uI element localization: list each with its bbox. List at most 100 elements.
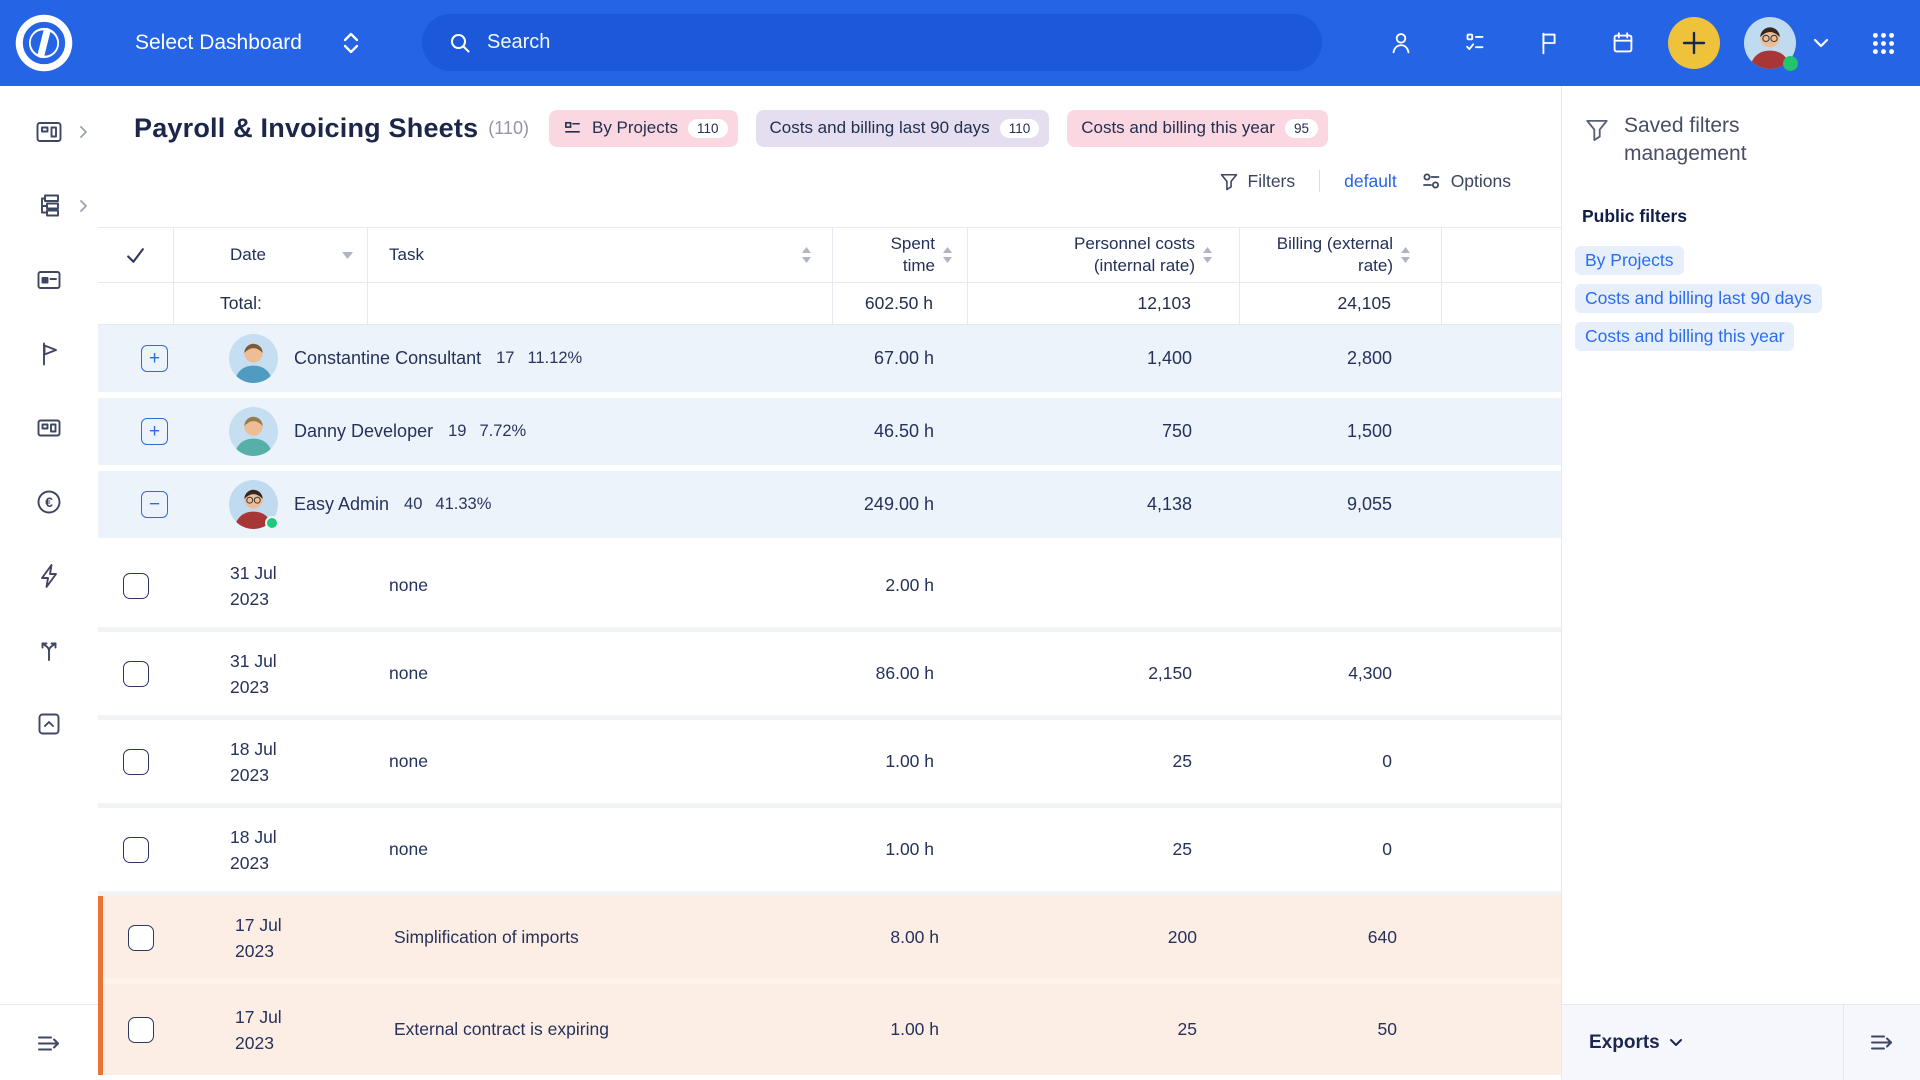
user-avatar[interactable] (1744, 17, 1796, 69)
sidebar-item-quick-actions[interactable] (0, 561, 98, 591)
sidebar-item-dashboard[interactable] (0, 117, 98, 147)
sidebar-item-modules[interactable] (0, 413, 98, 443)
filters-button[interactable]: Filters (1219, 171, 1296, 192)
row-spent: 1.00 h (833, 808, 968, 891)
header-date[interactable]: Date (174, 228, 368, 282)
chip-by-projects[interactable]: By Projects 110 (549, 110, 738, 147)
chip-costs-this-year[interactable]: Costs and billing this year 95 (1067, 110, 1328, 147)
total-personnel: 12,103 (968, 283, 1240, 324)
sidebar-item-finance[interactable]: € (0, 487, 98, 517)
options-label: Options (1451, 171, 1511, 192)
collapse-button[interactable]: − (141, 491, 168, 518)
row-checkbox[interactable] (123, 749, 149, 775)
row-personnel: 2,150 (968, 632, 1240, 715)
sliders-icon (1421, 171, 1442, 191)
sidebar-item-card[interactable] (0, 265, 98, 295)
options-button[interactable]: Options (1421, 171, 1511, 192)
dashboard-selector-label: Select Dashboard (135, 31, 302, 55)
default-filter-link[interactable]: default (1344, 171, 1397, 192)
sidebar-item-workflow[interactable] (0, 635, 98, 665)
row-personnel (968, 544, 1240, 627)
avatar (229, 480, 278, 529)
online-status-dot (1783, 56, 1798, 71)
calendar-icon[interactable] (1608, 28, 1638, 58)
row-checkbox[interactable] (128, 1017, 154, 1043)
topbar-actions (1386, 0, 1898, 86)
row-date: 31 Jul2023 (174, 648, 368, 700)
page-count: (110) (488, 118, 529, 139)
sort-icon (801, 247, 812, 263)
sort-icon (1400, 247, 1411, 263)
search-input[interactable] (487, 31, 1187, 54)
group-billing: 2,800 (1240, 325, 1442, 392)
group-billing: 1,500 (1240, 398, 1442, 465)
caret-down-icon (342, 252, 353, 259)
header-task[interactable]: Task (368, 228, 833, 282)
total-label: Total: (174, 283, 368, 324)
total-billing: 24,105 (1240, 283, 1442, 324)
app-logo-icon[interactable] (15, 14, 73, 72)
row-billing: 0 (1240, 720, 1442, 803)
funnel-icon (1219, 171, 1239, 191)
row-personnel: 25 (968, 808, 1240, 891)
table-row-highlighted: 17 Jul2023 External contract is expiring… (103, 984, 1561, 1075)
total-spent: 602.50 h (833, 283, 968, 324)
card-icon (34, 265, 64, 295)
row-task: none (368, 808, 833, 891)
header-personnel-costs[interactable]: Personnel costs (internal rate) (968, 228, 1240, 282)
expand-arrow-icon (34, 1028, 64, 1058)
dashboard-selector[interactable]: Select Dashboard (135, 31, 360, 55)
total-row: Total: 602.50 h 12,103 24,105 (98, 283, 1561, 325)
search-bar[interactable] (422, 14, 1322, 71)
svg-text:€: € (45, 494, 53, 510)
modules-icon (34, 413, 64, 443)
exports-dropdown[interactable]: Exports (1589, 1032, 1683, 1054)
row-spent: 86.00 h (833, 632, 968, 715)
group-name[interactable]: Constantine Consultant (294, 348, 481, 369)
row-checkbox[interactable] (123, 573, 149, 599)
sidebar-item-project-tree[interactable] (0, 191, 98, 221)
expand-button[interactable]: + (141, 418, 168, 445)
expand-button[interactable]: + (141, 345, 168, 372)
row-billing (1240, 544, 1442, 627)
group-name[interactable]: Easy Admin (294, 494, 389, 515)
row-date: 17 Jul2023 (179, 1004, 373, 1056)
chip-costs-90-days[interactable]: Costs and billing last 90 days 110 (756, 110, 1050, 147)
saved-filters-panel: Saved filters management Public filters … (1561, 86, 1920, 1080)
filter-link-costs-this-year[interactable]: Costs and billing this year (1575, 322, 1794, 351)
group-name[interactable]: Danny Developer (294, 421, 433, 442)
row-checkbox[interactable] (123, 661, 149, 687)
row-billing: 50 (1245, 984, 1447, 1075)
box-chevron-up-icon (34, 709, 64, 739)
table-row: 31 Jul2023 none 2.00 h (98, 544, 1561, 627)
user-icon[interactable] (1386, 28, 1416, 58)
app-grid-icon[interactable] (1868, 28, 1898, 58)
sort-icon (942, 247, 953, 263)
search-icon (448, 31, 472, 55)
avatar-chevron-down-icon[interactable] (1806, 28, 1836, 58)
add-button[interactable] (1668, 17, 1720, 69)
header-spent-time[interactable]: Spent time (833, 228, 968, 282)
group-row-danny: + Danny Developer 19 7.72% (98, 398, 1561, 465)
panel-collapse-button[interactable] (1843, 1004, 1920, 1080)
avatar (229, 407, 278, 456)
sidebar-item-panel[interactable] (0, 709, 98, 739)
row-checkbox[interactable] (123, 837, 149, 863)
checklist-icon[interactable] (1460, 28, 1490, 58)
page-title: Payroll & Invoicing Sheets (134, 113, 478, 144)
online-status-dot (265, 516, 279, 530)
table-toolbar: Filters default Options (98, 163, 1561, 199)
group-count: 17 (496, 349, 514, 368)
flag-icon[interactable] (1534, 28, 1564, 58)
sidebar-expand-button[interactable] (0, 1004, 98, 1080)
header-billing[interactable]: Billing (external rate) (1240, 228, 1442, 282)
select-all-header[interactable] (98, 228, 174, 282)
row-checkbox[interactable] (128, 925, 154, 951)
row-spent: 1.00 h (838, 984, 973, 1075)
table-header-row: Date Task Spent time Personnel costs (in… (98, 227, 1561, 283)
filter-link-by-projects[interactable]: By Projects (1575, 246, 1684, 275)
filter-link-costs-90-days[interactable]: Costs and billing last 90 days (1575, 284, 1822, 313)
payroll-table: Date Task Spent time Personnel costs (in… (98, 227, 1561, 1075)
dashboard-icon (34, 117, 64, 147)
sidebar-item-milestone[interactable] (0, 339, 98, 369)
